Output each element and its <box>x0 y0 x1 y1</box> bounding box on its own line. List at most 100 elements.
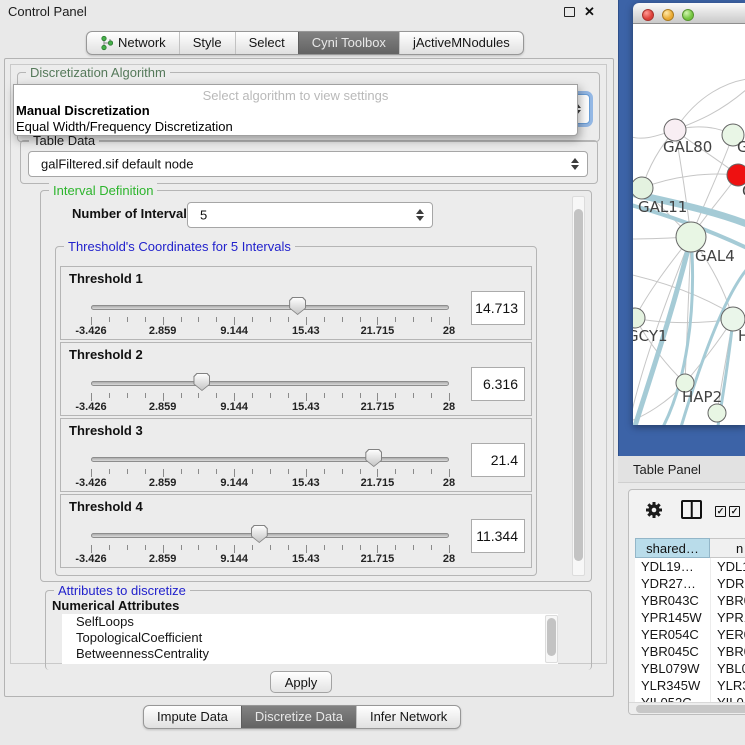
slider-track[interactable] <box>91 457 449 462</box>
network-graph: GAL80GACGAL11GAL4GCY1HHAP2 <box>633 24 745 425</box>
close-panel-icon[interactable]: ✕ <box>584 4 595 20</box>
column-header-shared-name[interactable]: shared… <box>635 538 710 558</box>
table-hscrollbar-thumb[interactable] <box>636 705 745 713</box>
table-row[interactable]: YDL19…YDL1 <box>635 558 745 575</box>
checkbox-icon[interactable]: ✓ <box>729 506 740 517</box>
cell-name[interactable]: YPR1 <box>710 609 745 626</box>
threshold-4-slider[interactable]: -3.4262.8599.14415.4321.71528 <box>61 495 531 567</box>
threshold-4-slider-thumb[interactable] <box>251 525 268 543</box>
cell-shared-name[interactable]: YPR145W <box>635 609 710 626</box>
network-node-gal11[interactable] <box>633 177 653 199</box>
threshold-2-slider[interactable]: -3.4262.8599.14415.4321.71528 <box>61 343 531 415</box>
table-row[interactable]: YLR345WYLR3 <box>635 677 745 694</box>
cell-name[interactable]: YBR0 <box>710 592 745 609</box>
threshold-4-value-field[interactable] <box>471 519 525 553</box>
tab-discretize-data[interactable]: Discretize Data <box>241 706 356 728</box>
threshold-2-value-field[interactable] <box>471 367 525 401</box>
tab-network[interactable]: Network <box>87 32 179 54</box>
table-panel: ✓ ✓ shared… n YDL19…YDL1YDR27…YDR2YBR043… <box>628 489 745 715</box>
network-node-gcy1[interactable] <box>633 308 645 328</box>
tick-label: 28 <box>443 325 455 337</box>
slider-ticks <box>61 317 531 325</box>
tab-cyni-toolbox[interactable]: Cyni Toolbox <box>298 32 399 54</box>
threshold-1-value-field[interactable] <box>471 291 525 325</box>
column-header-name[interactable]: n <box>710 538 745 558</box>
float-window-icon[interactable] <box>564 7 575 17</box>
attribute-list-item[interactable]: BetweennessCentrality <box>62 646 558 662</box>
tick-label: 21.715 <box>361 553 395 565</box>
algorithm-option-equal-width[interactable]: Equal Width/Frequency Discretization <box>16 119 233 134</box>
cell-name[interactable]: YBL0 <box>710 660 745 677</box>
threshold-3-slider[interactable]: -3.4262.8599.14415.4321.71528 <box>61 419 531 491</box>
zoom-window-icon[interactable] <box>682 9 694 21</box>
tab-select[interactable]: Select <box>235 32 298 54</box>
table-row[interactable]: YPR145WYPR1 <box>635 609 745 626</box>
table-row[interactable]: YDR27…YDR2 <box>635 575 745 592</box>
tab-style[interactable]: Style <box>179 32 235 54</box>
threshold-1-slider-thumb[interactable] <box>289 297 306 315</box>
cell-shared-name[interactable]: YBL079W <box>635 660 710 677</box>
cell-shared-name[interactable]: YBR043C <box>635 592 710 609</box>
table-hscrollbar[interactable] <box>629 702 745 714</box>
tab-style-label: Style <box>193 32 222 54</box>
tab-network-label: Network <box>118 32 166 54</box>
interval-scrollbar-thumb[interactable] <box>574 209 583 561</box>
minimize-window-icon[interactable] <box>662 9 674 21</box>
threshold-1-slider[interactable]: -3.4262.8599.14415.4321.71528 <box>61 267 531 339</box>
cell-shared-name[interactable]: YLR345W <box>635 677 710 694</box>
slider-track[interactable] <box>91 305 449 310</box>
cell-shared-name[interactable]: YER054C <box>635 626 710 643</box>
cell-name[interactable]: YER0 <box>710 626 745 643</box>
slider-ticks <box>61 469 531 477</box>
checkbox-icon[interactable]: ✓ <box>715 506 726 517</box>
node-label-ga: GA <box>737 138 745 156</box>
attributes-scrollbar-thumb[interactable] <box>547 618 556 656</box>
threshold-3-value-field[interactable] <box>471 443 525 477</box>
tab-infer-network[interactable]: Infer Network <box>356 706 460 728</box>
cell-shared-name[interactable]: YDL19… <box>635 558 710 575</box>
split-panel-icon[interactable] <box>681 500 702 519</box>
bottom-tabstrip: Impute Data Discretize Data Infer Networ… <box>143 705 461 729</box>
tab-jactivemnodules[interactable]: jActiveMNodules <box>399 32 523 54</box>
table-data-combobox[interactable]: galFiltered.sif default node <box>28 151 588 177</box>
network-canvas[interactable]: GAL80GACGAL11GAL4GCY1HHAP2 <box>633 24 745 425</box>
numerical-attributes-list[interactable]: SelfLoopsTopologicalCoefficientBetweenne… <box>62 614 558 664</box>
interval-scrollbar[interactable] <box>572 196 585 576</box>
number-of-intervals-value: 5 <box>200 208 207 223</box>
network-window-titlebar[interactable] <box>633 3 745 24</box>
apply-button[interactable]: Apply <box>270 671 332 693</box>
number-of-intervals-combobox[interactable]: 5 <box>187 202 433 228</box>
table-row[interactable]: YBR043CYBR0 <box>635 592 745 609</box>
gear-icon[interactable] <box>645 501 663 519</box>
combo-arrows-icon <box>415 209 424 221</box>
cell-name[interactable]: YDL1 <box>710 558 745 575</box>
node-label-hap2: HAP2 <box>682 388 722 406</box>
cell-shared-name[interactable]: YBR045C <box>635 643 710 660</box>
threshold-2-slider-thumb[interactable] <box>193 373 210 391</box>
cell-name[interactable]: YDR2 <box>710 575 745 592</box>
top-tabstrip: Network Style Select Cyni Toolbox jActiv… <box>86 31 524 55</box>
table-row[interactable]: YBL079WYBL0 <box>635 660 745 677</box>
attribute-list-item[interactable]: SelfLoops <box>62 614 558 630</box>
network-node[interactable] <box>708 404 726 422</box>
slider-track[interactable] <box>91 381 449 386</box>
attributes-group-title: Attributes to discretize <box>54 583 190 598</box>
tab-impute-data-label: Impute Data <box>157 706 228 728</box>
tab-impute-data[interactable]: Impute Data <box>144 706 241 728</box>
table-toolbar: ✓ ✓ <box>629 490 745 530</box>
cell-name[interactable]: YLR3 <box>710 677 745 694</box>
node-label-h: H <box>738 327 745 345</box>
cell-shared-name[interactable]: YDR27… <box>635 575 710 592</box>
discretization-algorithm-group-title: Discretization Algorithm <box>26 65 170 80</box>
cell-name[interactable]: YBR0 <box>710 643 745 660</box>
numerical-attributes-label: Numerical Attributes <box>52 598 179 613</box>
attribute-list-item[interactable]: TopologicalCoefficient <box>62 630 558 646</box>
slider-track[interactable] <box>91 533 449 538</box>
attributes-scrollbar[interactable] <box>545 615 558 663</box>
table-row[interactable]: YBR045CYBR0 <box>635 643 745 660</box>
close-window-icon[interactable] <box>642 9 654 21</box>
threshold-3-slider-thumb[interactable] <box>365 449 382 467</box>
table-row[interactable]: YER054CYER0 <box>635 626 745 643</box>
tick-label: 21.715 <box>361 401 395 413</box>
algorithm-option-manual[interactable]: Manual Discretization <box>16 103 150 118</box>
